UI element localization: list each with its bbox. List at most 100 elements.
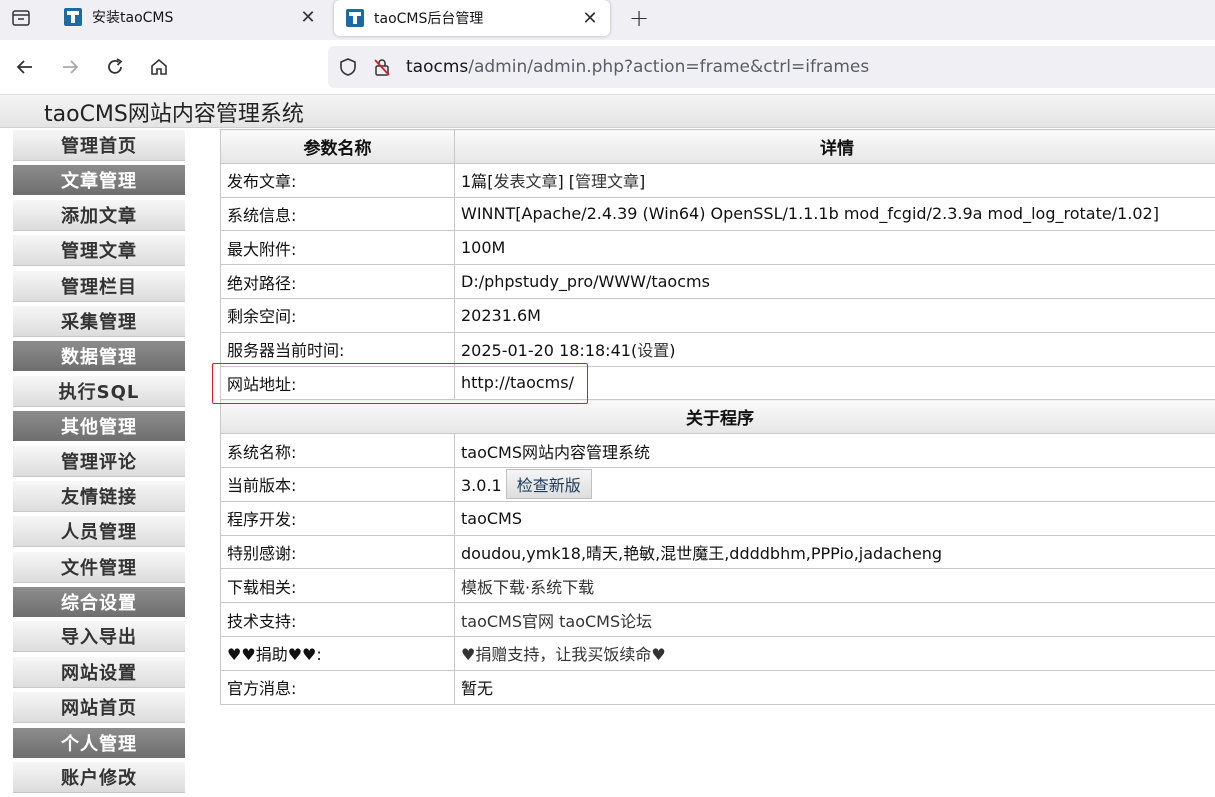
template-download-link[interactable]: 模板下载: [461, 578, 525, 597]
row-key: 剩余空间:: [221, 298, 455, 332]
sidebar-item[interactable]: 执行SQL: [13, 376, 185, 407]
post-article-link[interactable]: 发表文章: [493, 172, 557, 191]
table-row: 服务器当前时间: 2025-01-20 18:18:41(设置): [221, 332, 1215, 366]
tab-title: taoCMS后台管理: [374, 8, 578, 28]
donate-link[interactable]: ♥捐赠支持，让我买饭续命♥: [461, 645, 666, 664]
row-value: ♥捐赠支持，让我买饭续命♥: [455, 636, 1215, 670]
column-header-detail: 详情: [455, 130, 1215, 164]
table-row: 绝对路径: D:/phpstudy_pro/WWW/taocms: [221, 265, 1215, 299]
table-row: 最大附件: 100M: [221, 231, 1215, 265]
section-header-row: 关于程序: [221, 400, 1215, 434]
arrow-right-icon: [60, 57, 80, 77]
info-table: 参数名称 详情 发布文章: 1篇[发表文章] [管理文章] 系统信息: WINN…: [220, 129, 1215, 705]
row-key: 发布文章:: [221, 163, 455, 197]
sidebar-item[interactable]: 管理首页: [13, 130, 185, 161]
sidebar-item[interactable]: 账户修改: [13, 762, 185, 793]
manage-article-link[interactable]: 管理文章: [575, 172, 639, 191]
row-key: ♥♥捐助♥♥:: [221, 636, 455, 670]
sidebar-item[interactable]: 人员管理: [13, 516, 185, 547]
row-value: 2025-01-20 18:18:41(设置): [455, 332, 1215, 366]
arrow-left-icon: [15, 57, 35, 77]
close-icon[interactable]: ✕: [296, 5, 320, 29]
row-value: 模板下载·系统下载: [455, 569, 1215, 603]
row-key: 系统信息:: [221, 197, 455, 231]
main-content: 参数名称 详情 发布文章: 1篇[发表文章] [管理文章] 系统信息: WINN…: [220, 129, 1215, 705]
table-row: 技术支持: taoCMS官网 taoCMS论坛: [221, 603, 1215, 637]
table-row: 下载相关: 模板下载·系统下载: [221, 569, 1215, 603]
table-row: 网站地址: http://taocms/: [221, 366, 1215, 400]
forward-button[interactable]: [56, 53, 84, 81]
tab-title: 安装taoCMS: [92, 7, 296, 27]
url-path: /admin/admin.php?action=frame&ctrl=ifram…: [468, 57, 869, 77]
row-key: 特别感谢:: [221, 535, 455, 569]
page-title: taoCMS网站内容管理系统: [44, 96, 304, 128]
sidebar-item[interactable]: 添加文章: [13, 200, 185, 231]
tab-bar: 安装taoCMS ✕ taoCMS后台管理 ✕ +: [0, 0, 1215, 40]
taocms-favicon-icon: [64, 8, 82, 26]
sidebar-group-header: 数据管理: [13, 341, 185, 371]
row-value: http://taocms/: [455, 366, 1215, 400]
tab-install[interactable]: 安装taoCMS ✕: [52, 0, 328, 34]
sidebar-item[interactable]: 导入导出: [13, 621, 185, 652]
official-site-link[interactable]: taoCMS官网: [461, 612, 554, 631]
sidebar-item[interactable]: 友情链接: [13, 481, 185, 512]
server-time-value: 2025-01-20 18:18:41: [461, 341, 631, 360]
shield-icon[interactable]: [338, 57, 358, 77]
row-value: 暂无: [455, 670, 1215, 704]
close-icon[interactable]: ✕: [578, 6, 602, 30]
new-tab-button[interactable]: +: [626, 5, 652, 31]
sidebar: 管理首页文章管理添加文章管理文章管理栏目采集管理数据管理执行SQL其他管理管理评…: [13, 130, 185, 797]
url-text[interactable]: taocms/admin/admin.php?action=frame&ctrl…: [406, 57, 869, 77]
table-header-row: 参数名称 详情: [221, 130, 1215, 164]
table-row: 程序开发: taoCMS: [221, 501, 1215, 535]
tab-admin[interactable]: taoCMS后台管理 ✕: [334, 0, 610, 36]
row-key: 技术支持:: [221, 603, 455, 637]
row-value: 100M: [455, 231, 1215, 265]
tab-list-button[interactable]: [6, 5, 36, 31]
address-bar[interactable]: taocms/admin/admin.php?action=frame&ctrl…: [328, 46, 1215, 88]
row-key: 当前版本:: [221, 467, 455, 501]
system-download-link[interactable]: 系统下载: [530, 578, 594, 597]
time-settings-link[interactable]: 设置: [637, 341, 669, 360]
column-header-name: 参数名称: [221, 130, 455, 164]
sidebar-item[interactable]: 管理评论: [13, 446, 185, 477]
back-button[interactable]: [11, 53, 39, 81]
tab-list-icon: [12, 10, 30, 26]
row-key: 网站地址:: [221, 366, 455, 400]
app-header: taoCMS网站内容管理系统: [0, 95, 1215, 128]
url-host: taocms: [406, 57, 468, 77]
row-key: 服务器当前时间:: [221, 332, 455, 366]
row-value: taoCMS: [455, 501, 1215, 535]
row-value: D:/phpstudy_pro/WWW/taocms: [455, 265, 1215, 299]
table-row: 当前版本: 3.0.1检查新版: [221, 467, 1215, 501]
reload-button[interactable]: [101, 53, 129, 81]
insecure-lock-icon[interactable]: [372, 57, 392, 77]
taocms-favicon-icon: [346, 9, 364, 27]
sidebar-item[interactable]: 文件管理: [13, 552, 185, 583]
check-update-button[interactable]: 检查新版: [506, 469, 592, 499]
row-value: 3.0.1检查新版: [455, 467, 1215, 501]
sidebar-item[interactable]: 采集管理: [13, 306, 185, 337]
row-key: 程序开发:: [221, 501, 455, 535]
version-value: 3.0.1: [461, 476, 502, 495]
row-value: doudou,ymk18,晴天,艳敏,混世魔王,ddddbhm,PPPio,ja…: [455, 535, 1215, 569]
table-row: ♥♥捐助♥♥: ♥捐赠支持，让我买饭续命♥: [221, 636, 1215, 670]
sidebar-item[interactable]: 网站首页: [13, 692, 185, 723]
row-key: 官方消息:: [221, 670, 455, 704]
row-key: 最大附件:: [221, 231, 455, 265]
row-key: 下载相关:: [221, 569, 455, 603]
row-value: 20231.6M: [455, 298, 1215, 332]
sidebar-item[interactable]: 网站设置: [13, 657, 185, 688]
row-value: WINNT[Apache/2.4.39 (Win64) OpenSSL/1.1.…: [455, 197, 1215, 231]
row-value: taoCMS官网 taoCMS论坛: [455, 603, 1215, 637]
sidebar-item[interactable]: 管理文章: [13, 235, 185, 266]
home-button[interactable]: [145, 53, 173, 81]
sidebar-group-header: 综合设置: [13, 587, 185, 617]
table-row: 官方消息: 暂无: [221, 670, 1215, 704]
sidebar-group-header: 个人管理: [13, 728, 185, 758]
table-row: 特别感谢: doudou,ymk18,晴天,艳敏,混世魔王,ddddbhm,PP…: [221, 535, 1215, 569]
sidebar-item[interactable]: 管理栏目: [13, 271, 185, 302]
nav-bar: taocms/admin/admin.php?action=frame&ctrl…: [0, 40, 1215, 95]
table-row: 系统名称: taoCMS网站内容管理系统: [221, 434, 1215, 468]
forum-link[interactable]: taoCMS论坛: [559, 612, 652, 631]
